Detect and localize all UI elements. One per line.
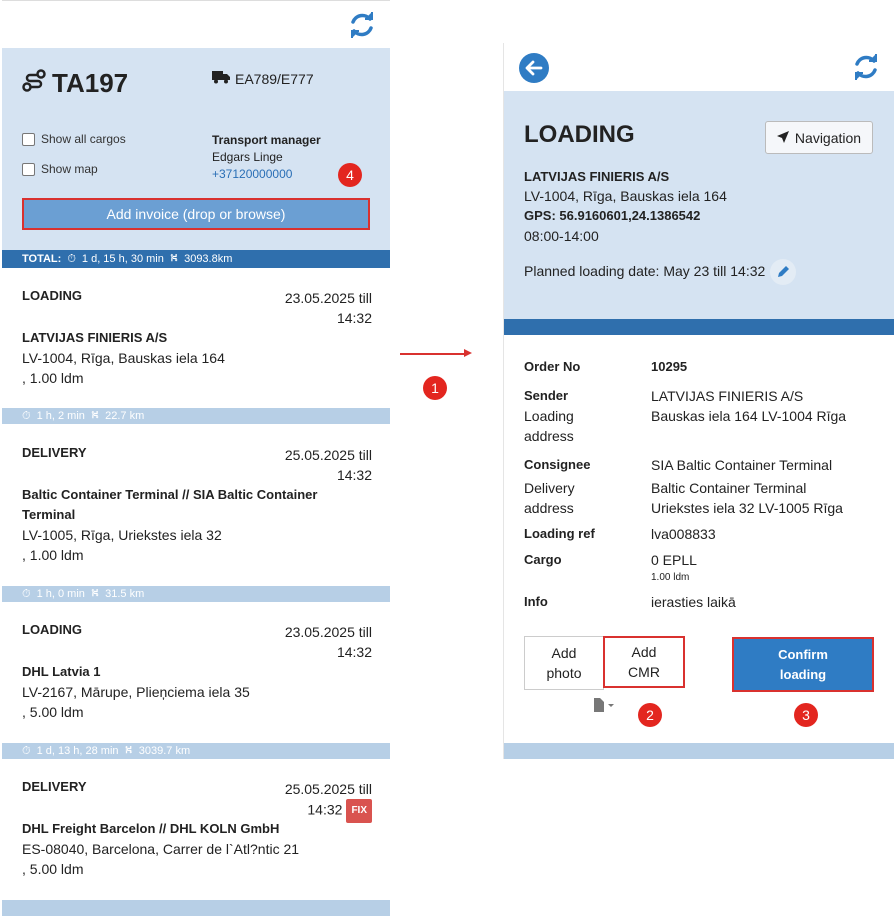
document-dropdown-icon[interactable] [592, 697, 618, 718]
leg-bar [2, 900, 390, 916]
route-header: TA197 EA789/E777 Show all cargos Show ma… [2, 48, 390, 250]
step-badge-3: 3 [794, 703, 818, 727]
route-panel: TA197 EA789/E777 Show all cargos Show ma… [2, 0, 390, 916]
leg-bar: ⏱ 1 d, 13 h, 28 min ⛕ 3039.7 km [2, 743, 390, 759]
stop-card[interactable]: DELIVERY 25.05.2025 till 14:32 FIX DHL Fr… [2, 769, 390, 899]
stop-detail-header: LOADING Navigation LATVIJAS FINIERIS A/S… [504, 91, 894, 319]
stopwatch-icon: ⏱ [22, 409, 31, 422]
detail-divider-bar [504, 319, 894, 335]
edit-date-button[interactable] [770, 259, 796, 285]
refresh-icon[interactable] [348, 11, 376, 44]
confirm-loading-button[interactable]: Confirm loading [732, 637, 874, 692]
detail-toolbar [504, 43, 894, 91]
route-icon: ⛕ [124, 744, 133, 756]
refresh-icon[interactable] [852, 53, 880, 86]
step-badge-1: 1 [423, 376, 447, 400]
step-badge-4: 4 [338, 163, 362, 187]
detail-bottom-bar [504, 743, 894, 759]
route-icon: ⛕ [90, 409, 100, 421]
gps-coordinates: GPS: 56.9160601,24.1386542 [524, 208, 701, 223]
checkbox-box[interactable] [22, 162, 35, 176]
total-bar: TOTAL: ⏱ 1 d, 15 h, 30 min ⛕ 3093.8km [2, 250, 390, 268]
show-map-checkbox[interactable]: Show map [22, 162, 98, 176]
leg-bar: ⏱ 1 h, 0 min ⛕ 31.5 km [2, 586, 390, 602]
manager-phone-link[interactable]: +37120000000 [212, 166, 321, 183]
left-toolbar [2, 0, 390, 48]
truck-plate: EA789/E777 [212, 70, 314, 87]
checkbox-box[interactable] [22, 132, 35, 146]
pencil-icon [778, 266, 789, 277]
stopwatch-icon: ⏱ [22, 744, 31, 757]
stop-card[interactable]: LOADING 23.05.2025 till 14:32 DHL Latvia … [2, 612, 390, 742]
stopwatch-icon: ⏱ [67, 252, 76, 265]
add-photo-button[interactable]: Add photo [524, 636, 604, 690]
route-icon [22, 68, 46, 99]
leg-bar: ⏱ 1 h, 2 min ⛕ 22.7 km [2, 408, 390, 424]
show-all-cargos-checkbox[interactable]: Show all cargos [22, 132, 126, 146]
stop-type-title: LOADING [524, 121, 635, 148]
route-id: TA197 [52, 68, 129, 98]
stop-card[interactable]: LOADING 23.05.2025 till 14:32 LATVIJAS FI… [2, 278, 390, 408]
location-arrow-icon [776, 130, 789, 146]
truck-icon [212, 70, 230, 87]
route-icon: ⛕ [90, 587, 100, 599]
annotation-arrow-head [464, 349, 472, 357]
transport-manager: Transport manager Edgars Linge +37120000… [212, 133, 321, 183]
step-badge-2: 2 [638, 703, 662, 727]
stop-detail-panel: LOADING Navigation LATVIJAS FINIERIS A/S… [503, 43, 894, 759]
route-icon: ⛕ [169, 252, 179, 264]
arrow-left-icon [525, 60, 543, 76]
stop-card[interactable]: DELIVERY 25.05.2025 till 14:32 Baltic Con… [2, 435, 390, 585]
navigation-button[interactable]: Navigation [765, 121, 873, 154]
route-title: TA197 [22, 68, 128, 99]
back-button[interactable] [519, 53, 549, 83]
stopwatch-icon: ⏱ [22, 587, 31, 600]
add-cmr-button[interactable]: Add CMR [603, 636, 685, 688]
add-invoice-button[interactable]: Add invoice (drop or browse) [22, 198, 370, 230]
annotation-arrow [400, 353, 466, 355]
planned-date: Planned loading date: May 23 till 14:32 [524, 263, 766, 279]
